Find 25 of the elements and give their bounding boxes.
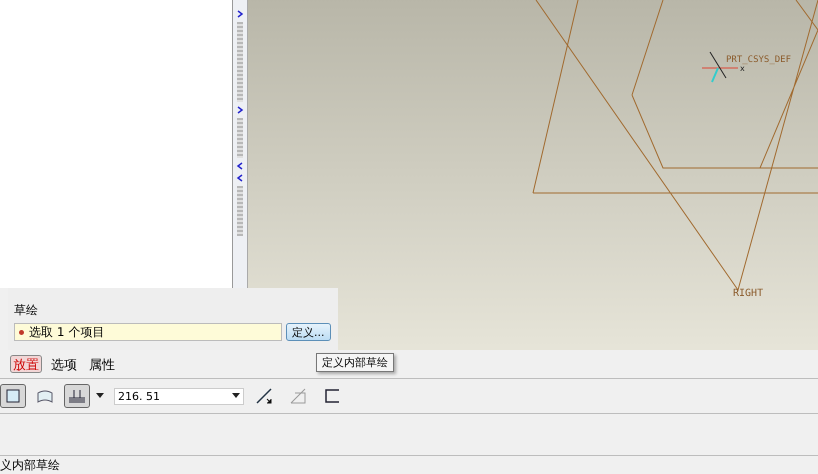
axis-label: x — [740, 64, 745, 73]
tooltip: 定义内部草绘 — [316, 353, 394, 372]
tab[interactable]: 属性 — [86, 355, 118, 373]
cut-slash-icon — [289, 387, 307, 405]
selection-collector[interactable]: 选取 1 个项目 — [14, 323, 282, 341]
solid-tool-button[interactable] — [0, 384, 26, 408]
tab[interactable]: 放置 — [10, 355, 42, 373]
define-button[interactable]: 定义... — [286, 323, 330, 341]
datum-plane-label: RIGHT — [733, 288, 764, 299]
expand-right-icon[interactable] — [236, 106, 244, 114]
caret-icon[interactable] — [96, 393, 104, 399]
flip-arrow-icon — [255, 387, 273, 405]
caret-icon — [232, 393, 240, 399]
depth-tool-button[interactable] — [64, 384, 90, 408]
coordinate-system-label: PRT_CSYS_DEF — [726, 55, 792, 65]
depth-value-field[interactable]: 216. 51 — [114, 388, 244, 404]
expand-right-icon[interactable] — [236, 10, 244, 18]
depth-icon — [68, 389, 86, 403]
tab[interactable]: 选项 — [48, 355, 80, 373]
status-message: 义内部草绘 — [0, 456, 60, 474]
solid-icon — [6, 389, 20, 403]
required-dot-icon — [19, 330, 24, 334]
surface-icon — [37, 389, 53, 403]
bracket-icon — [324, 388, 340, 404]
panel-title: 草绘 — [14, 302, 39, 319]
